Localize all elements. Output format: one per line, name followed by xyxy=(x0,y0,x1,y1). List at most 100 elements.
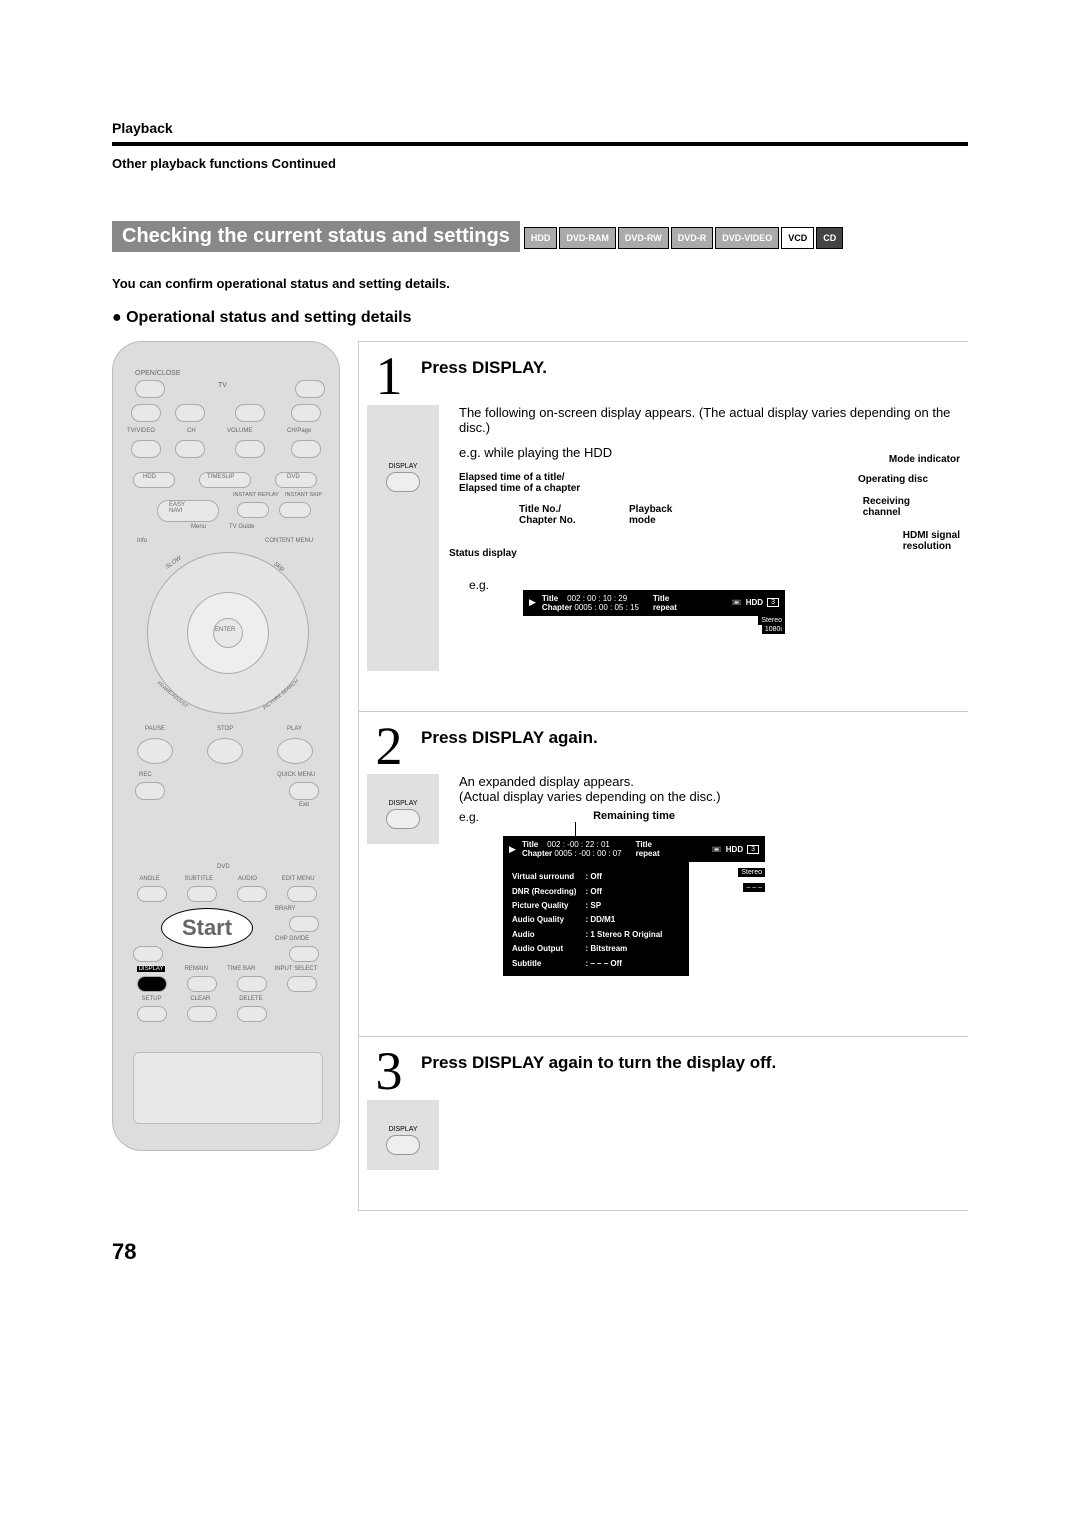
intro-text: You can confirm operational status and s… xyxy=(112,276,968,291)
enter-button xyxy=(213,618,243,648)
osd-settings-list: Virtual surround: OffDNR (Recording): Of… xyxy=(503,862,689,976)
step-3: 3 Press DISPLAY again to turn the displa… xyxy=(359,1037,968,1100)
disc-badges: HDD DVD-RAM DVD-RW DVD-R DVD-VIDEO VCD C… xyxy=(524,223,843,252)
disc-dvdvideo: DVD-VIDEO xyxy=(715,227,779,249)
label-volume: VOLUME xyxy=(227,428,252,434)
label-quick-menu: QUICK MENU xyxy=(277,772,315,778)
step-2-body: DISPLAY An expanded display appears. (Ac… xyxy=(359,774,968,976)
display-button-graphic-1: DISPLAY xyxy=(367,405,439,671)
step-2-desc-1: An expanded display appears. xyxy=(459,774,960,789)
vol-down-button xyxy=(235,440,265,458)
row-angle: ANGLE SUBTITLE AUDIO EDIT MENU xyxy=(127,876,327,882)
step-2-title: Press DISPLAY again. xyxy=(421,728,960,748)
osd-display-1: ▶ Title 002 : 00 : 10 : 29 Chapter 0005 … xyxy=(523,590,785,634)
pause-button xyxy=(137,738,173,764)
label-dvd2: DVD xyxy=(217,864,230,870)
anno-operating-disc: Operating disc xyxy=(858,474,928,485)
audio-button xyxy=(237,886,267,902)
page-number: 78 xyxy=(112,1239,968,1265)
timebar-button xyxy=(237,976,267,992)
label-enter: ENTER xyxy=(215,627,235,633)
anno-eg: e.g. xyxy=(469,578,489,592)
quick-menu-button xyxy=(289,782,319,800)
remote-control-diagram: OPEN/CLOSE TV TV/VIDEO CH VOLUME CH/Page xyxy=(112,341,340,1151)
row-buttons-1 xyxy=(127,886,327,902)
disc-cd: CD xyxy=(816,227,843,249)
anno-hdmi: HDMI signalresolution xyxy=(903,530,960,552)
osd2-chapter-label: Chapter xyxy=(522,849,552,858)
library-button xyxy=(289,916,319,932)
anno-playback-mode: Playbackmode xyxy=(629,504,672,526)
chpdivide-button xyxy=(289,946,319,962)
row-buttons-2 xyxy=(127,976,327,992)
osd2-title-label: Title xyxy=(522,840,538,849)
label-content-menu: CONTENT MENU xyxy=(265,538,313,544)
label-timeslip: TIMESLIP xyxy=(207,474,234,480)
label-tvvideo: TV/VIDEO xyxy=(127,428,155,434)
osd1-mode2: repeat xyxy=(653,603,677,612)
step-3-body: DISPLAY xyxy=(359,1100,968,1170)
osd1-audio: Stereo xyxy=(758,616,785,625)
osd1-chapter-label: Chapter xyxy=(542,603,572,612)
label-play: PLAY xyxy=(287,726,302,732)
label-open-close: OPEN/CLOSE xyxy=(135,370,181,377)
label-instant-skip: INSTANT SKIP xyxy=(285,492,322,498)
osd1-title-val: 002 : xyxy=(567,594,585,603)
page-title: Checking the current status and settings xyxy=(112,221,520,252)
display-label-1: DISPLAY xyxy=(367,463,439,470)
osd2-mode2: repeat xyxy=(636,849,660,858)
label-setup: SETUP xyxy=(141,996,161,1002)
section-header: Playback xyxy=(112,120,968,136)
osd1-title-label: Title xyxy=(542,594,558,603)
osd2-mode1: Title xyxy=(636,840,660,849)
disc-hdd: HDD xyxy=(524,227,558,249)
subsection-header: Other playback functions Continued xyxy=(112,156,968,171)
label-editmenu: EDIT MENU xyxy=(282,876,315,882)
step-1-body: DISPLAY The following on-screen display … xyxy=(359,405,968,671)
label-chpage: CH/Page xyxy=(287,428,311,434)
label-chpdivide: CHP DIVIDE xyxy=(275,936,309,942)
power-button xyxy=(295,380,325,398)
label-delete: DELETE xyxy=(239,996,262,1002)
anno-receiving-ch: Receivingchannel xyxy=(863,496,910,518)
step-3-number: 3 xyxy=(367,1047,411,1096)
play-button xyxy=(277,738,313,764)
subtitle-button xyxy=(187,886,217,902)
disc-dvdram: DVD-RAM xyxy=(559,227,616,249)
editmenu-button xyxy=(287,886,317,902)
label-tvguide: TV Guide xyxy=(229,524,254,530)
label-remain: REMAIN xyxy=(185,966,208,972)
osd2-chapter-val: 0005 : xyxy=(554,849,576,858)
angle-button xyxy=(137,886,167,902)
display-button-graphic-2: DISPLAY xyxy=(367,774,439,844)
display-label-2: DISPLAY xyxy=(367,800,439,807)
disc-dvdrw: DVD-RW xyxy=(618,227,669,249)
step-1-desc-2: e.g. while playing the HDD xyxy=(459,445,960,460)
osd2-audio: Stereo xyxy=(738,868,765,877)
step-1-desc-1: The following on-screen display appears.… xyxy=(459,405,960,435)
title-row: Checking the current status and settings… xyxy=(112,221,968,252)
inputselect-button xyxy=(287,976,317,992)
osd1-res: 1080i xyxy=(762,625,785,634)
clear-button xyxy=(187,1006,217,1022)
label-info: Info xyxy=(137,538,147,544)
osd1-chapter-val: 0005 : xyxy=(574,603,596,612)
ch-up-button xyxy=(175,404,205,422)
disc-vcd: VCD xyxy=(781,227,814,249)
delete-button xyxy=(237,1006,267,1022)
page-up-button xyxy=(291,404,321,422)
remote-lower-panel xyxy=(133,1052,323,1124)
label-inputselect: INPUT SELECT xyxy=(275,966,318,972)
osd1-chapter-time: 00 : 05 : 15 xyxy=(599,603,639,612)
disc-dvdr: DVD-R xyxy=(671,227,714,249)
osd1-ch: 3 xyxy=(767,598,779,607)
osd2-title-val: 002 : xyxy=(547,840,565,849)
osd2-blank: – – – xyxy=(743,883,765,892)
label-timebar: TIME BAR xyxy=(227,966,255,972)
instant-replay-button xyxy=(237,502,269,518)
open-close-button xyxy=(135,380,165,398)
label-angle: ANGLE xyxy=(139,876,159,882)
setup-button xyxy=(137,1006,167,1022)
tvvideo-button xyxy=(131,440,161,458)
label-ch: CH xyxy=(187,428,196,434)
